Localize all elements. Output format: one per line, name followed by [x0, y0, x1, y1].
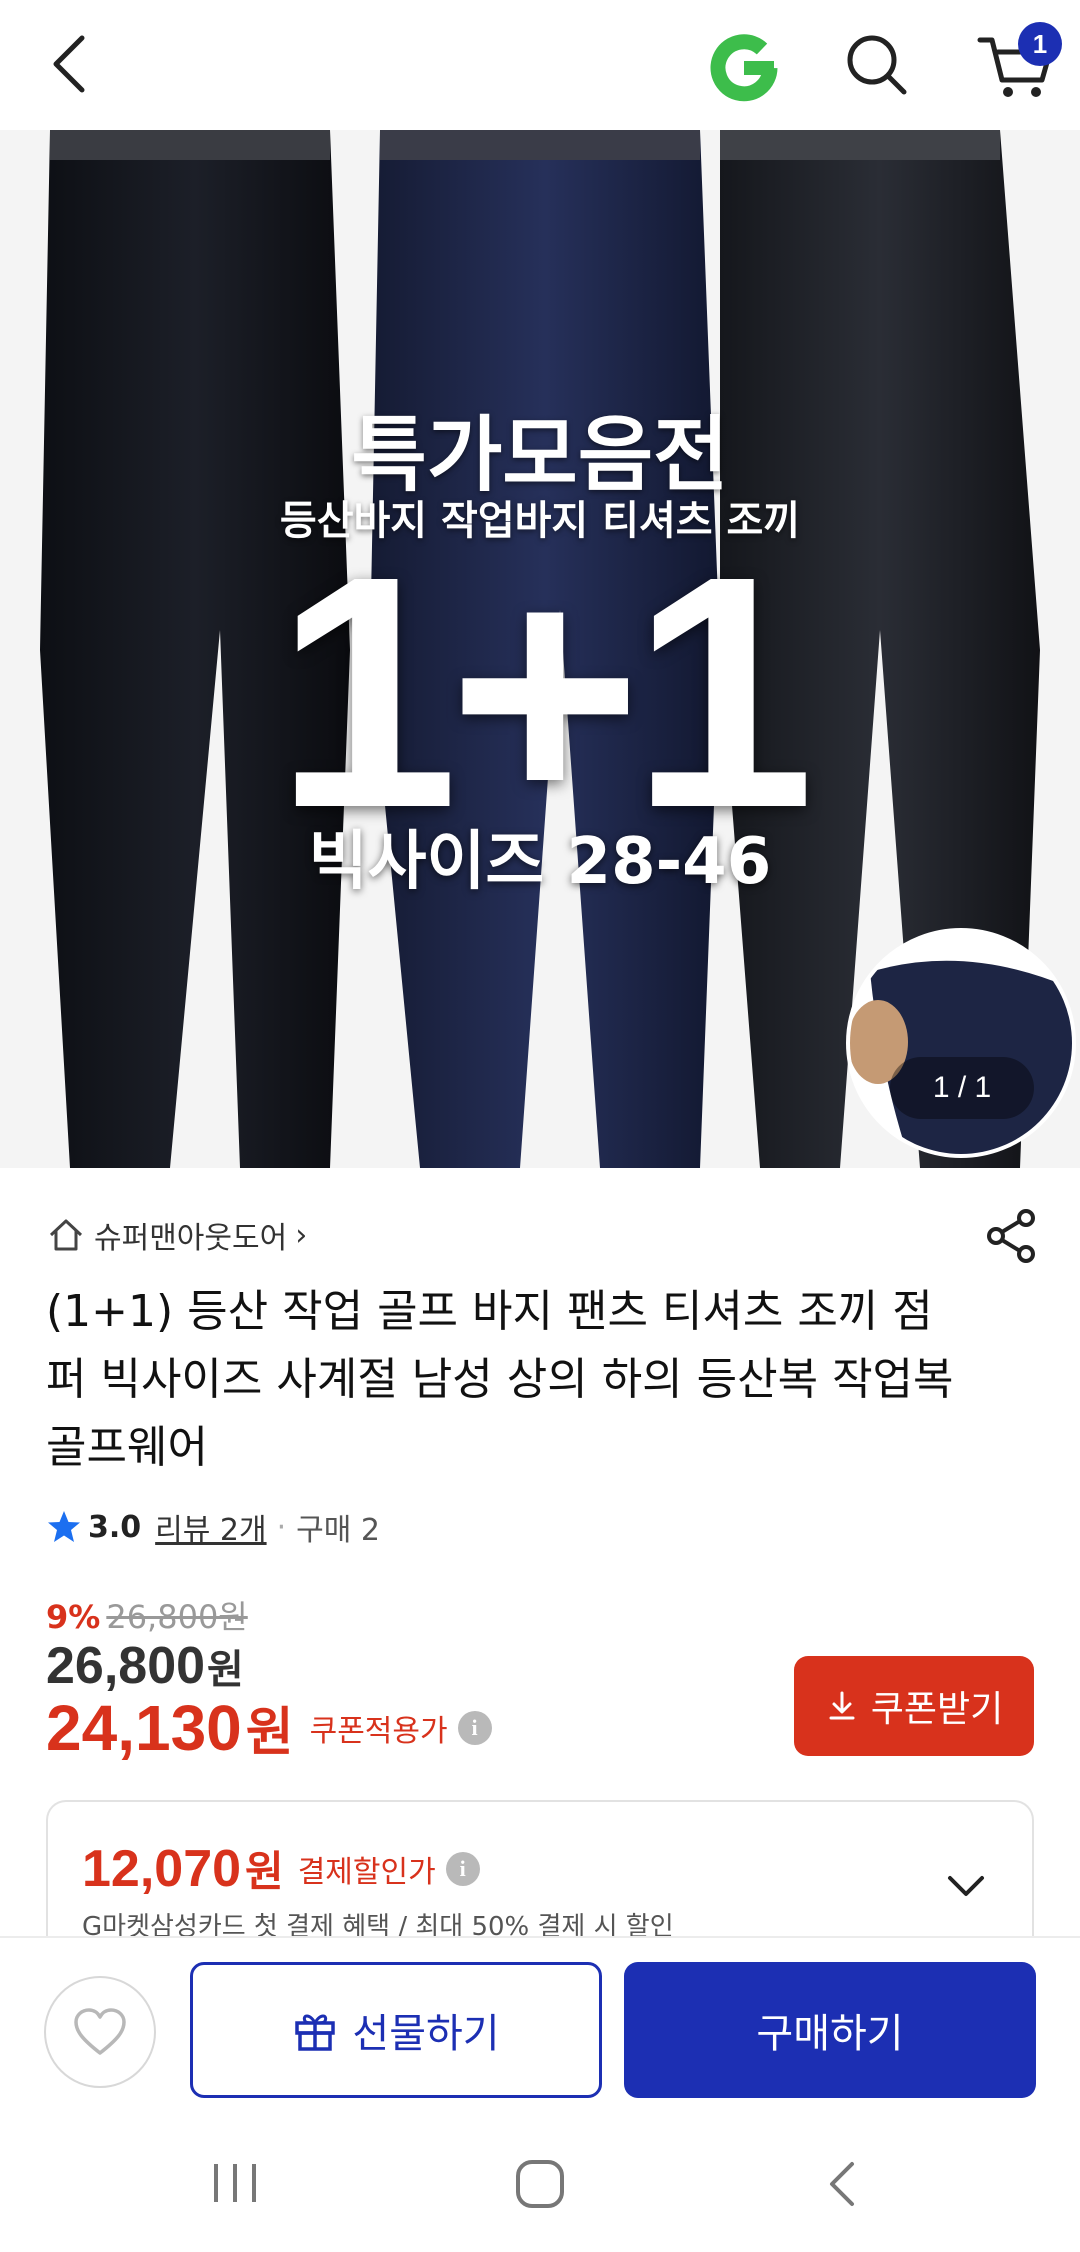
- info-icon[interactable]: i: [445, 1851, 480, 1886]
- separator-dot: ·: [276, 1509, 287, 1545]
- cart-button[interactable]: 1: [976, 22, 1066, 102]
- coupon-price: 24,130: [46, 1691, 242, 1764]
- hero-size-text: 빅사이즈 28-46: [308, 825, 772, 899]
- wishlist-button[interactable]: [44, 1976, 156, 2088]
- get-coupon-button[interactable]: 쿠폰받기: [794, 1656, 1034, 1756]
- home-nav-icon[interactable]: [510, 2156, 570, 2212]
- download-icon: [829, 1691, 855, 1720]
- star-icon: [48, 1511, 80, 1542]
- back-nav-icon[interactable]: [818, 2156, 868, 2212]
- top-bar: 1: [0, 0, 1080, 130]
- store-arrow: ›: [295, 1217, 308, 1253]
- store-name: 슈퍼맨아웃도어: [94, 1221, 288, 1256]
- system-navigation-bar: [0, 2112, 1080, 2252]
- heart-icon: [74, 2008, 126, 2055]
- recents-icon[interactable]: [208, 2158, 262, 2208]
- back-button[interactable]: [40, 28, 100, 98]
- search-icon: [847, 35, 907, 95]
- cart-count-badge: 1: [1018, 22, 1062, 66]
- card-discount-unit: 원: [245, 1847, 284, 1896]
- buy-button-label: 구매하기: [756, 2011, 904, 2057]
- purchase-count: 구매 2: [296, 1513, 380, 1548]
- original-price: 26,800원: [106, 1598, 248, 1636]
- gift-icon: [295, 2014, 336, 2051]
- store-link[interactable]: 슈퍼맨아웃도어 ›: [46, 1210, 307, 1260]
- info-icon[interactable]: i: [457, 1710, 492, 1745]
- buy-button[interactable]: 구매하기: [624, 1962, 1036, 2098]
- share-button[interactable]: [982, 1206, 1042, 1266]
- rating-value: 3.0: [88, 1509, 142, 1545]
- get-coupon-label: 쿠폰받기: [870, 1689, 1004, 1730]
- fabric-detail-image: [846, 928, 1076, 1158]
- coupon-price-label: 쿠폰적용가: [309, 1713, 448, 1749]
- gmarket-logo-icon[interactable]: [706, 30, 782, 106]
- back-arrow-icon: [53, 35, 85, 93]
- home-icon: [49, 1219, 83, 1251]
- product-title: (1+1) 등산 작업 골프 바지 팬츠 티셔츠 조끼 점퍼 빅사이즈 사계절 …: [46, 1286, 954, 1473]
- bottom-action-bar: 선물하기 구매하기: [0, 1936, 1080, 2112]
- share-icon: [987, 1209, 1035, 1263]
- search-button[interactable]: [842, 30, 912, 100]
- rating-row: 3.0 리뷰 2개 · 구매 2: [46, 1502, 380, 1552]
- coupon-price-row: 24,130 원 쿠폰적용가 i: [46, 1690, 492, 1765]
- discount-row: 9% 26,800원: [46, 1592, 248, 1638]
- review-link[interactable]: 리뷰 2개: [155, 1505, 266, 1549]
- product-image-carousel[interactable]: 특가모음전 등산바지 작업바지 티셔츠 조끼 1+1 빅사이즈 28-46 1 …: [0, 130, 1080, 1168]
- discount-rate: 9%: [46, 1598, 101, 1636]
- image-pager: 1 / 1: [890, 1057, 1034, 1119]
- card-discount-price: 12,070: [82, 1839, 242, 1898]
- gift-button[interactable]: 선물하기: [190, 1962, 602, 2098]
- sale-price-unit: 원: [207, 1647, 244, 1693]
- sale-price: 26,800: [46, 1637, 206, 1695]
- card-discount-label: 결제할인가: [297, 1854, 436, 1890]
- card-price-row: 12,070 원 결제할인가 i: [82, 1838, 480, 1899]
- coupon-price-unit: 원: [245, 1703, 294, 1763]
- gift-button-label: 선물하기: [352, 2011, 500, 2057]
- price-row: 26,800 원: [46, 1636, 244, 1696]
- chevron-down-icon[interactable]: [944, 1866, 988, 1906]
